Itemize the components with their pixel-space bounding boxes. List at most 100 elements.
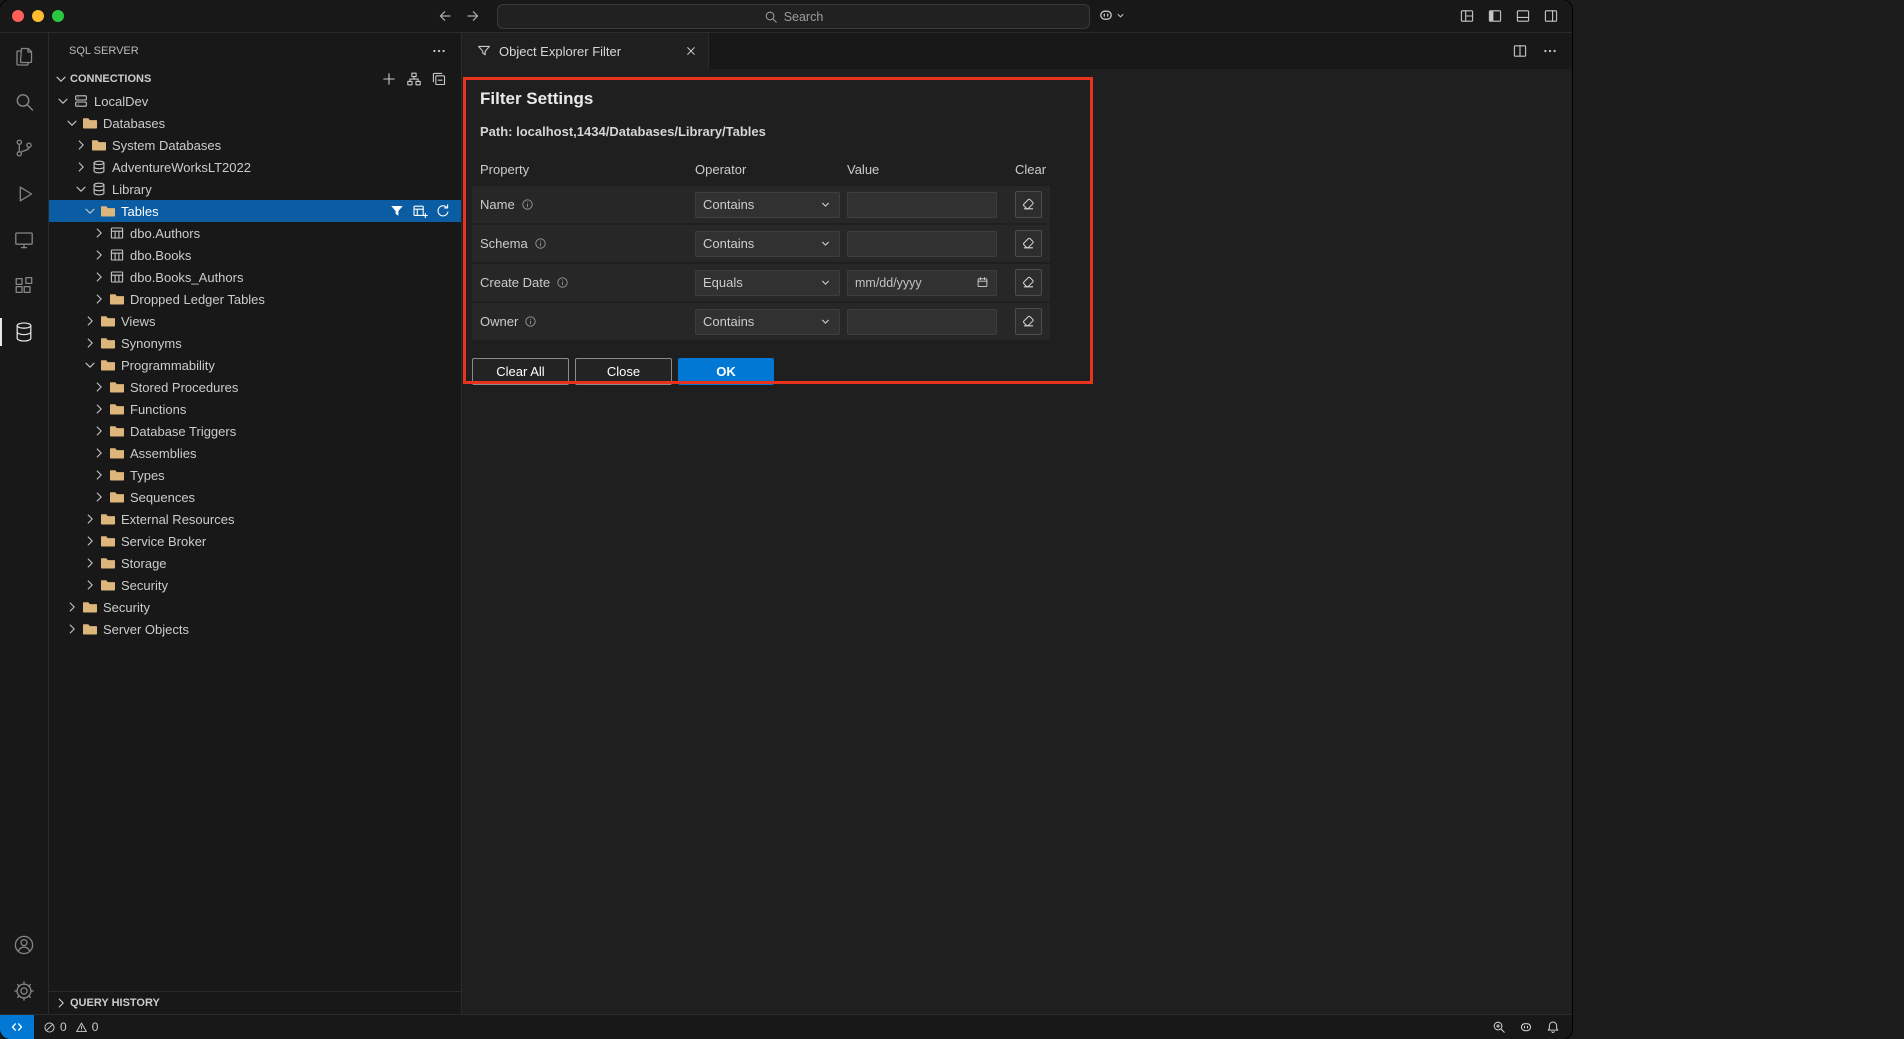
customize-layout-button[interactable] — [1459, 8, 1475, 24]
close-window-button[interactable] — [12, 10, 24, 22]
chevron-right-icon[interactable] — [91, 379, 107, 395]
tree-item-external-resources[interactable]: External Resources — [49, 508, 461, 530]
tree-item-tables[interactable]: Tables — [49, 200, 461, 222]
refresh-icon[interactable] — [435, 203, 451, 219]
chevron-right-icon[interactable] — [73, 137, 89, 153]
chevron-down-icon[interactable] — [73, 181, 89, 197]
tree-item-stored-procedures[interactable]: Stored Procedures — [49, 376, 461, 398]
chevron-right-icon[interactable] — [82, 577, 98, 593]
tree-item-functions[interactable]: Functions — [49, 398, 461, 420]
zoom-icon[interactable] — [1492, 1020, 1506, 1034]
tree-item-localdev[interactable]: LocalDev — [49, 90, 461, 112]
activity-extensions-button[interactable] — [0, 263, 48, 309]
owner-operator-select[interactable]: Contains — [695, 309, 840, 335]
owner-clear-button[interactable] — [1015, 308, 1042, 335]
split-editor-button[interactable] — [1512, 43, 1528, 59]
tab-object-explorer-filter[interactable]: Object Explorer Filter — [462, 33, 709, 69]
chevron-right-icon[interactable] — [53, 995, 69, 1011]
zoom-window-button[interactable] — [52, 10, 64, 22]
tree-item-system-databases[interactable]: System Databases — [49, 134, 461, 156]
create-date-clear-button[interactable] — [1015, 269, 1042, 296]
chevron-down-icon[interactable] — [64, 115, 80, 131]
chevron-right-icon[interactable] — [64, 621, 80, 637]
tree-item-synonyms[interactable]: Synonyms — [49, 332, 461, 354]
tree-item-assemblies[interactable]: Assemblies — [49, 442, 461, 464]
chevron-right-icon[interactable] — [82, 533, 98, 549]
chevron-right-icon[interactable] — [73, 159, 89, 175]
chevron-right-icon[interactable] — [91, 489, 107, 505]
tree-item-dbo-authors[interactable]: dbo.Authors — [49, 222, 461, 244]
close-button[interactable]: Close — [575, 358, 672, 385]
tree-item-dropped-ledger-tables[interactable]: Dropped Ledger Tables — [49, 288, 461, 310]
activity-settings-button[interactable] — [0, 968, 48, 1014]
chevron-down-icon[interactable] — [53, 71, 69, 87]
chevron-right-icon[interactable] — [91, 401, 107, 417]
tree-item-sequences[interactable]: Sequences — [49, 486, 461, 508]
activity-run-and-debug-button[interactable] — [0, 171, 48, 217]
tree-item-programmability[interactable]: Programmability — [49, 354, 461, 376]
tree-item-databases[interactable]: Databases — [49, 112, 461, 134]
chevron-right-icon[interactable] — [82, 511, 98, 527]
forward-button[interactable] — [465, 8, 481, 24]
tree-item-database-triggers[interactable]: Database Triggers — [49, 420, 461, 442]
tree-item-security[interactable]: Security — [49, 596, 461, 618]
close-tab-button[interactable] — [684, 44, 698, 58]
copilot-status-icon[interactable] — [1519, 1020, 1533, 1034]
tree-item-storage[interactable]: Storage — [49, 552, 461, 574]
editor-more-actions-button[interactable] — [1542, 43, 1558, 59]
name-value-input[interactable] — [847, 192, 997, 218]
collapse-all-button[interactable] — [431, 71, 447, 87]
name-clear-button[interactable] — [1015, 191, 1042, 218]
activity-accounts-button[interactable] — [0, 922, 48, 968]
schema-operator-select[interactable]: Contains — [695, 231, 840, 257]
tree-item-dbo-books[interactable]: dbo.Books — [49, 244, 461, 266]
add-connection-button[interactable] — [381, 71, 397, 87]
connections-section-header[interactable]: CONNECTIONS — [49, 68, 461, 90]
toggle-secondary-sidebar-button[interactable] — [1543, 8, 1559, 24]
copilot-menu-button[interactable] — [1098, 7, 1126, 23]
query-history-section-header[interactable]: QUERY HISTORY — [49, 991, 461, 1014]
tree-item-security[interactable]: Security — [49, 574, 461, 596]
create-date-value-input[interactable]: mm/dd/yyyy — [847, 270, 997, 296]
activity-search-button[interactable] — [0, 79, 48, 125]
activity-sql-server-button[interactable] — [0, 309, 48, 355]
connection-groups-button[interactable] — [406, 71, 422, 87]
minimize-window-button[interactable] — [32, 10, 44, 22]
notifications-bell-icon[interactable] — [1546, 1020, 1560, 1034]
chevron-right-icon[interactable] — [91, 423, 107, 439]
chevron-right-icon[interactable] — [82, 313, 98, 329]
activity-source-control-button[interactable] — [0, 125, 48, 171]
tree-item-dbo-books-authors[interactable]: dbo.Books_Authors — [49, 266, 461, 288]
chevron-right-icon[interactable] — [91, 225, 107, 241]
problems-status[interactable]: 0 0 — [34, 1020, 102, 1034]
activity-explorer-button[interactable] — [0, 33, 48, 79]
schema-clear-button[interactable] — [1015, 230, 1042, 257]
chevron-down-icon[interactable] — [82, 357, 98, 373]
chevron-right-icon[interactable] — [82, 555, 98, 571]
chevron-right-icon[interactable] — [91, 445, 107, 461]
tree-item-adventureworkslt2022[interactable]: AdventureWorksLT2022 — [49, 156, 461, 178]
tree-item-library[interactable]: Library — [49, 178, 461, 200]
schema-value-input[interactable] — [847, 231, 997, 257]
tree-item-service-broker[interactable]: Service Broker — [49, 530, 461, 552]
sidebar-more-actions-button[interactable] — [431, 43, 447, 59]
activity-remote-explorer-button[interactable] — [0, 217, 48, 263]
chevron-right-icon[interactable] — [82, 335, 98, 351]
new-table-icon[interactable] — [412, 203, 428, 219]
tree-item-server-objects[interactable]: Server Objects — [49, 618, 461, 640]
tree-item-views[interactable]: Views — [49, 310, 461, 332]
chevron-right-icon[interactable] — [91, 269, 107, 285]
chevron-down-icon[interactable] — [55, 93, 71, 109]
name-operator-select[interactable]: Contains — [695, 192, 840, 218]
toggle-panel-button[interactable] — [1515, 8, 1531, 24]
tree-item-types[interactable]: Types — [49, 464, 461, 486]
chevron-right-icon[interactable] — [64, 599, 80, 615]
owner-value-input[interactable] — [847, 309, 997, 335]
chevron-down-icon[interactable] — [82, 203, 98, 219]
filter-icon[interactable] — [389, 203, 405, 219]
back-button[interactable] — [437, 8, 453, 24]
clear-all-button[interactable]: Clear All — [472, 358, 569, 385]
search-box[interactable]: Search — [497, 4, 1090, 29]
ok-button[interactable]: OK — [678, 358, 774, 385]
toggle-primary-sidebar-button[interactable] — [1487, 8, 1503, 24]
